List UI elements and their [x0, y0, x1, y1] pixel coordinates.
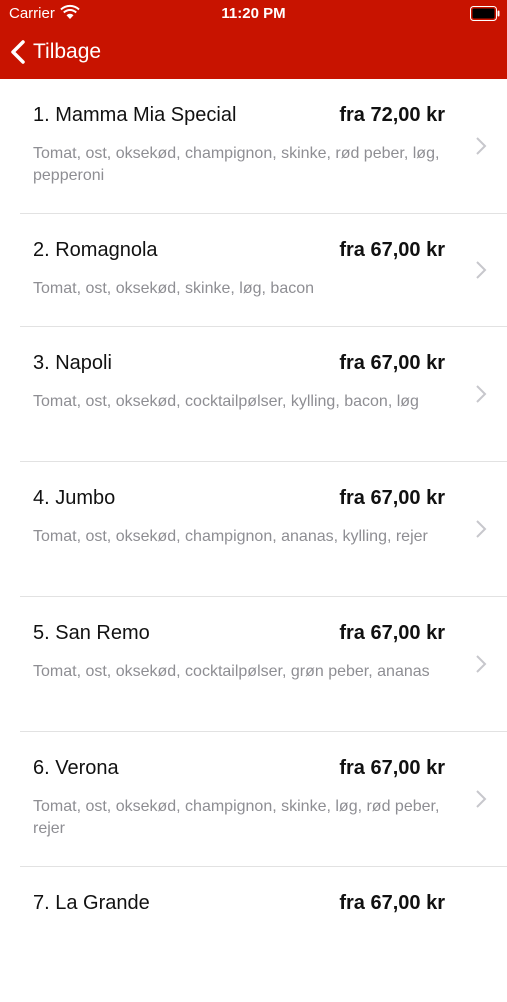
item-price: fra 67,00 kr [339, 487, 445, 509]
list-item[interactable]: 5. San Remo fra 67,00 kr Tomat, ost, oks… [0, 597, 507, 732]
item-ingredients: Tomat, ost, oksekød, cocktailpølser, grø… [33, 663, 430, 680]
item-price: fra 67,00 kr [339, 757, 445, 779]
item-name: 2. Romagnola [33, 239, 158, 261]
item-name: 4. Jumbo [33, 487, 116, 509]
item-price: fra 72,00 kr [339, 104, 445, 126]
item-ingredients: Tomat, ost, oksekød, cocktailpølser, kyl… [33, 393, 419, 410]
list-item[interactable]: 7. La Grande fra 67,00 kr [0, 867, 507, 1002]
navigation-bar: Tilbage [0, 28, 507, 79]
list-item[interactable]: 1. Mamma Mia Special fra 72,00 kr Tomat,… [0, 79, 507, 214]
back-chevron-icon [11, 40, 25, 64]
item-price: fra 67,00 kr [339, 239, 445, 261]
battery-icon [470, 6, 500, 21]
header: Carrier 11:20 PM Tilbage [0, 0, 507, 79]
list-item[interactable]: 4. Jumbo fra 67,00 kr Tomat, ost, oksekø… [0, 462, 507, 597]
list-item[interactable]: 6. Verona fra 67,00 kr Tomat, ost, oksek… [0, 732, 507, 867]
chevron-right-icon [476, 655, 487, 673]
list-item[interactable]: 3. Napoli fra 67,00 kr Tomat, ost, oksek… [0, 327, 507, 462]
chevron-right-icon [476, 261, 487, 279]
item-ingredients: Tomat, ost, oksekød, champignon, skinke,… [33, 798, 440, 837]
chevron-right-icon [476, 520, 487, 538]
item-price: fra 67,00 kr [339, 892, 445, 914]
back-button[interactable]: Tilbage [9, 36, 101, 68]
item-ingredients: Tomat, ost, oksekød, champignon, ananas,… [33, 528, 428, 545]
pizza-list: 1. Mamma Mia Special fra 72,00 kr Tomat,… [0, 79, 507, 1002]
clock: 11:20 PM [221, 5, 286, 22]
chevron-right-icon [476, 385, 487, 403]
list-item[interactable]: 2. Romagnola fra 67,00 kr Tomat, ost, ok… [0, 214, 507, 327]
item-name: 3. Napoli [33, 352, 112, 374]
chevron-right-icon [476, 790, 487, 808]
item-price: fra 67,00 kr [339, 622, 445, 644]
item-ingredients: Tomat, ost, oksekød, champignon, skinke,… [33, 145, 440, 184]
item-price: fra 67,00 kr [339, 352, 445, 374]
chevron-right-icon [476, 137, 487, 155]
item-ingredients: Tomat, ost, oksekød, skinke, løg, bacon [33, 280, 315, 297]
item-name: 6. Verona [33, 757, 119, 779]
item-name: 5. San Remo [33, 622, 150, 644]
item-name: 1. Mamma Mia Special [33, 104, 237, 126]
status-bar: Carrier 11:20 PM [0, 0, 507, 28]
back-label: Tilbage [33, 40, 102, 63]
item-name: 7. La Grande [33, 892, 150, 914]
